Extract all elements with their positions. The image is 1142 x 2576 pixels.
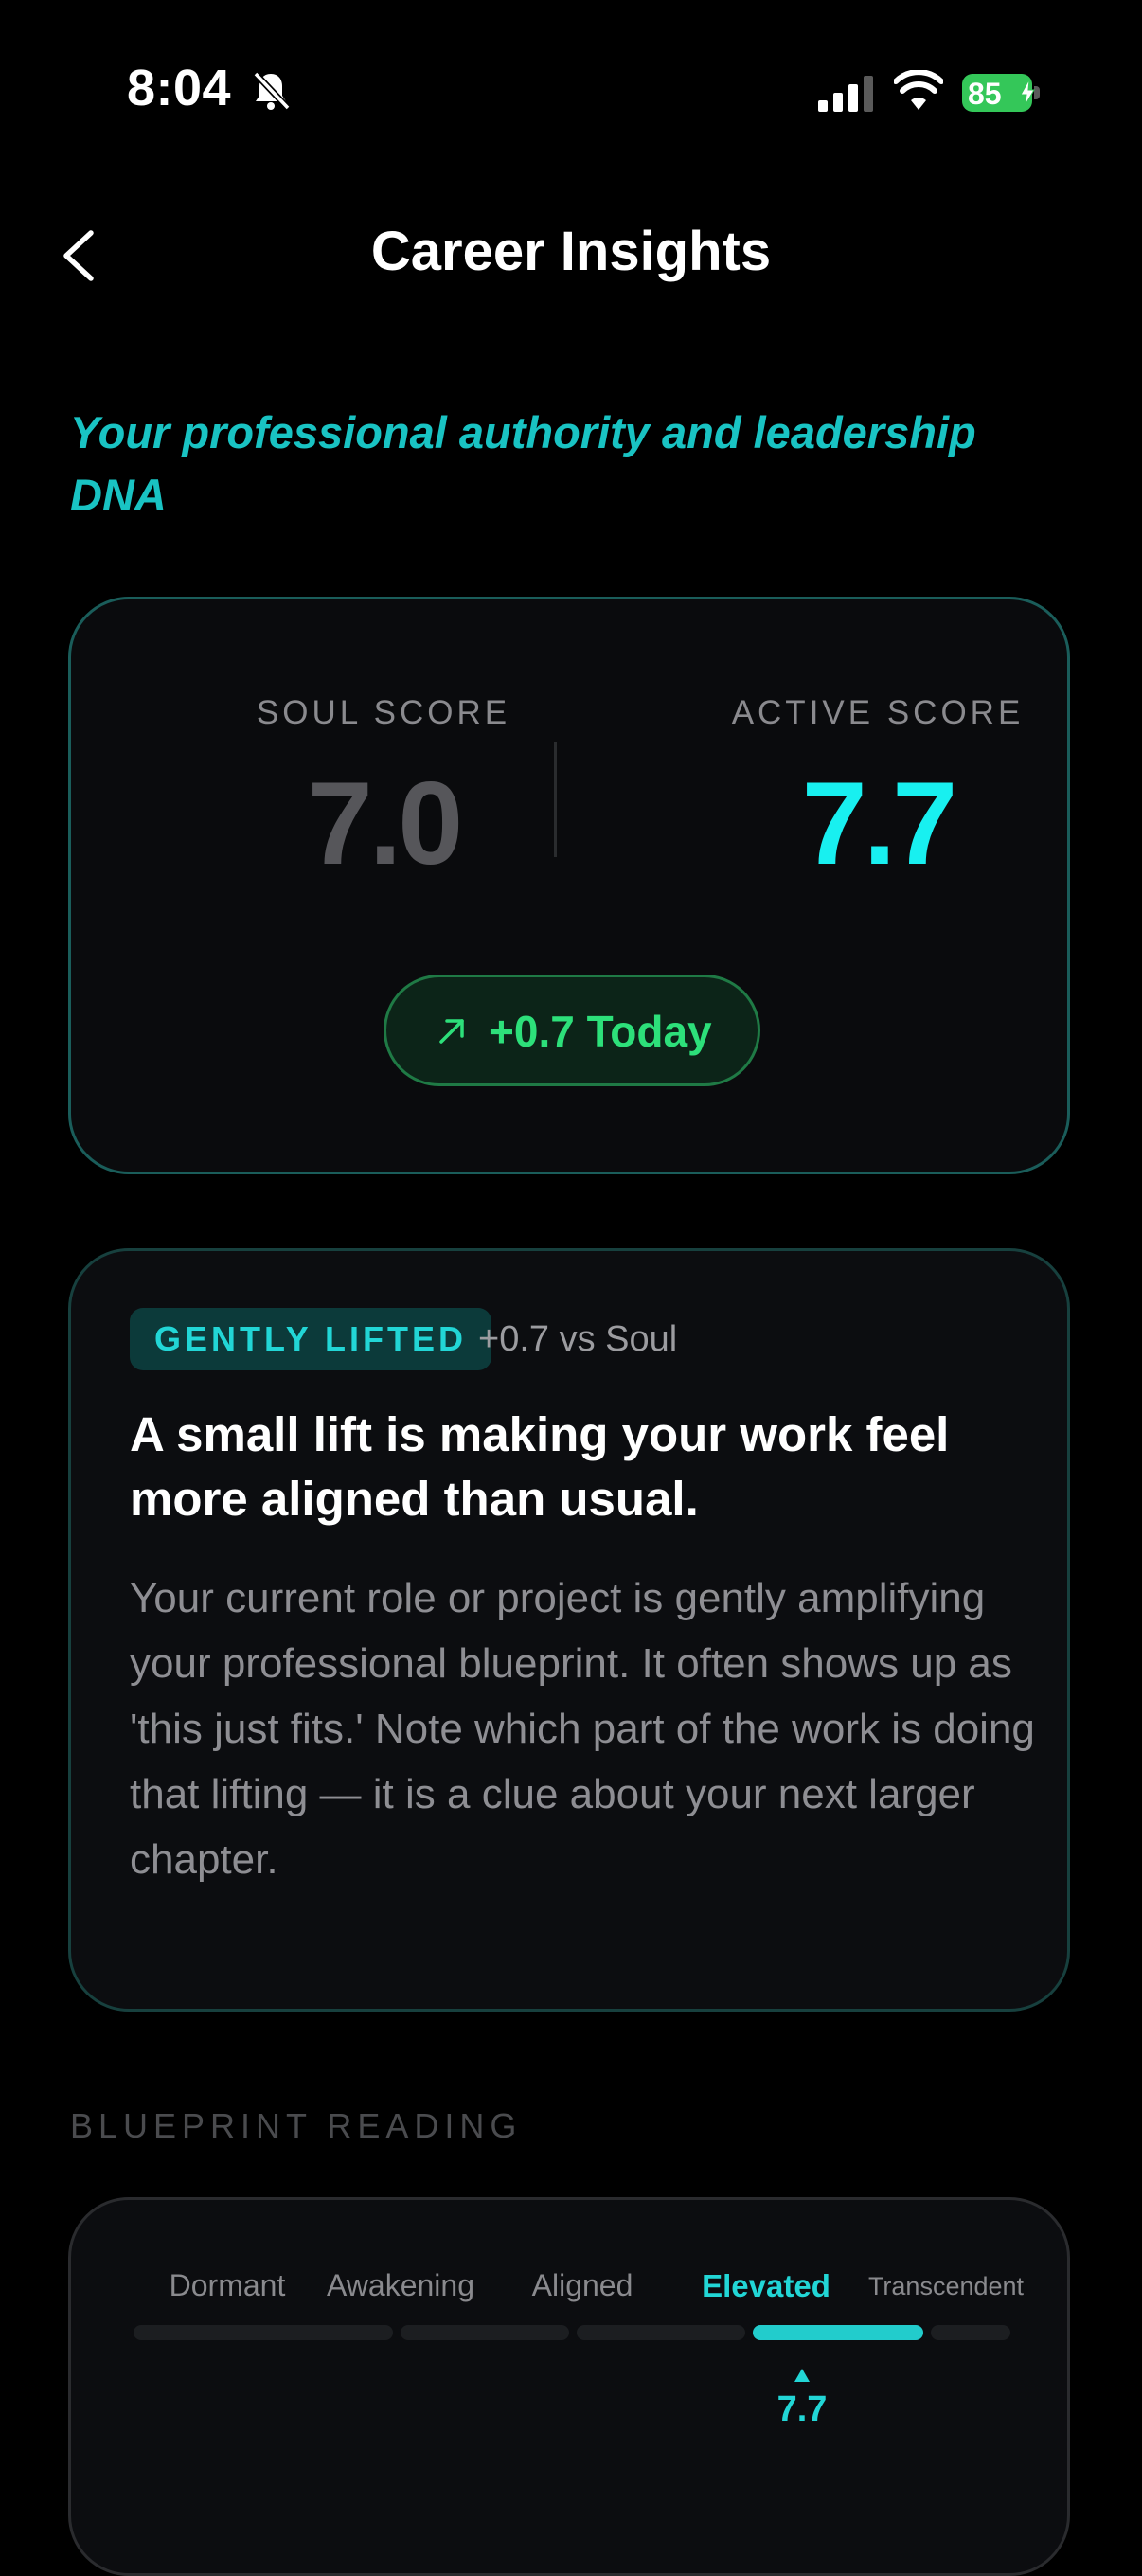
level-marker-arrow <box>794 2369 810 2382</box>
battery-level: 85 <box>968 77 1002 111</box>
level-bar-elevated <box>753 2325 923 2340</box>
today-change-text: +0.7 Today <box>489 1007 712 1056</box>
nav-bar: Career Insights <box>0 199 1142 313</box>
cellular-signal-icon <box>818 76 873 112</box>
score-divider <box>554 742 557 857</box>
level-label-aligned: Aligned <box>531 2268 633 2302</box>
score-card: SOUL SCORE 7.0 ACTIVE SCORE 7.7 +0.7 Tod… <box>68 597 1070 1174</box>
level-label-dormant: Dormant <box>169 2268 286 2302</box>
blueprint-card: Dormant Awakening Aligned Elevated Trans… <box>68 2197 1070 2576</box>
back-chevron-icon[interactable] <box>55 225 108 286</box>
active-score-label: ACTIVE SCORE <box>731 694 1025 731</box>
level-bar-transcendent <box>931 2325 1010 2340</box>
status-bar: 8:04 85 <box>0 0 1142 189</box>
level-label-awakening: Awakening <box>327 2268 474 2302</box>
bell-slash-icon <box>253 71 291 111</box>
active-score-value: 7.7 <box>801 759 957 889</box>
battery-charging-icon: 85 <box>962 74 1040 112</box>
soul-score-value: 7.0 <box>307 759 463 889</box>
level-marker-value: 7.7 <box>776 2389 828 2429</box>
wifi-icon <box>894 70 943 110</box>
soul-score: SOUL SCORE 7.0 <box>194 694 573 891</box>
delta-vs-soul: +0.7 vs Soul <box>478 1319 678 1359</box>
section-title-blueprint: BLUEPRINT READING <box>70 2106 523 2145</box>
trend-up-arrow-icon <box>439 1019 464 1044</box>
level-bar-awakening <box>401 2325 569 2340</box>
active-score: ACTIVE SCORE 7.7 <box>688 694 1067 891</box>
status-badge: GENTLY LIFTED <box>130 1308 492 1370</box>
level-label-transcendent: Transcendent <box>867 2272 1025 2300</box>
today-change-badge: +0.7 Today <box>384 975 760 1086</box>
insight-body: Your current role or project is gently a… <box>130 1575 1035 1883</box>
insight-heading: A small lift is making your work feel mo… <box>130 1407 950 1526</box>
level-bar-aligned <box>577 2325 745 2340</box>
page-title: Career Insights <box>370 221 772 282</box>
insight-card: GENTLY LIFTED +0.7 vs Soul A small lift … <box>68 1248 1070 2012</box>
soul-score-label: SOUL SCORE <box>256 694 511 731</box>
level-bar-dormant <box>134 2325 393 2340</box>
status-time: 8:04 <box>127 60 232 116</box>
level-label-elevated: Elevated <box>702 2268 830 2303</box>
page-subtitle: Your professional authority and leadersh… <box>70 407 976 520</box>
